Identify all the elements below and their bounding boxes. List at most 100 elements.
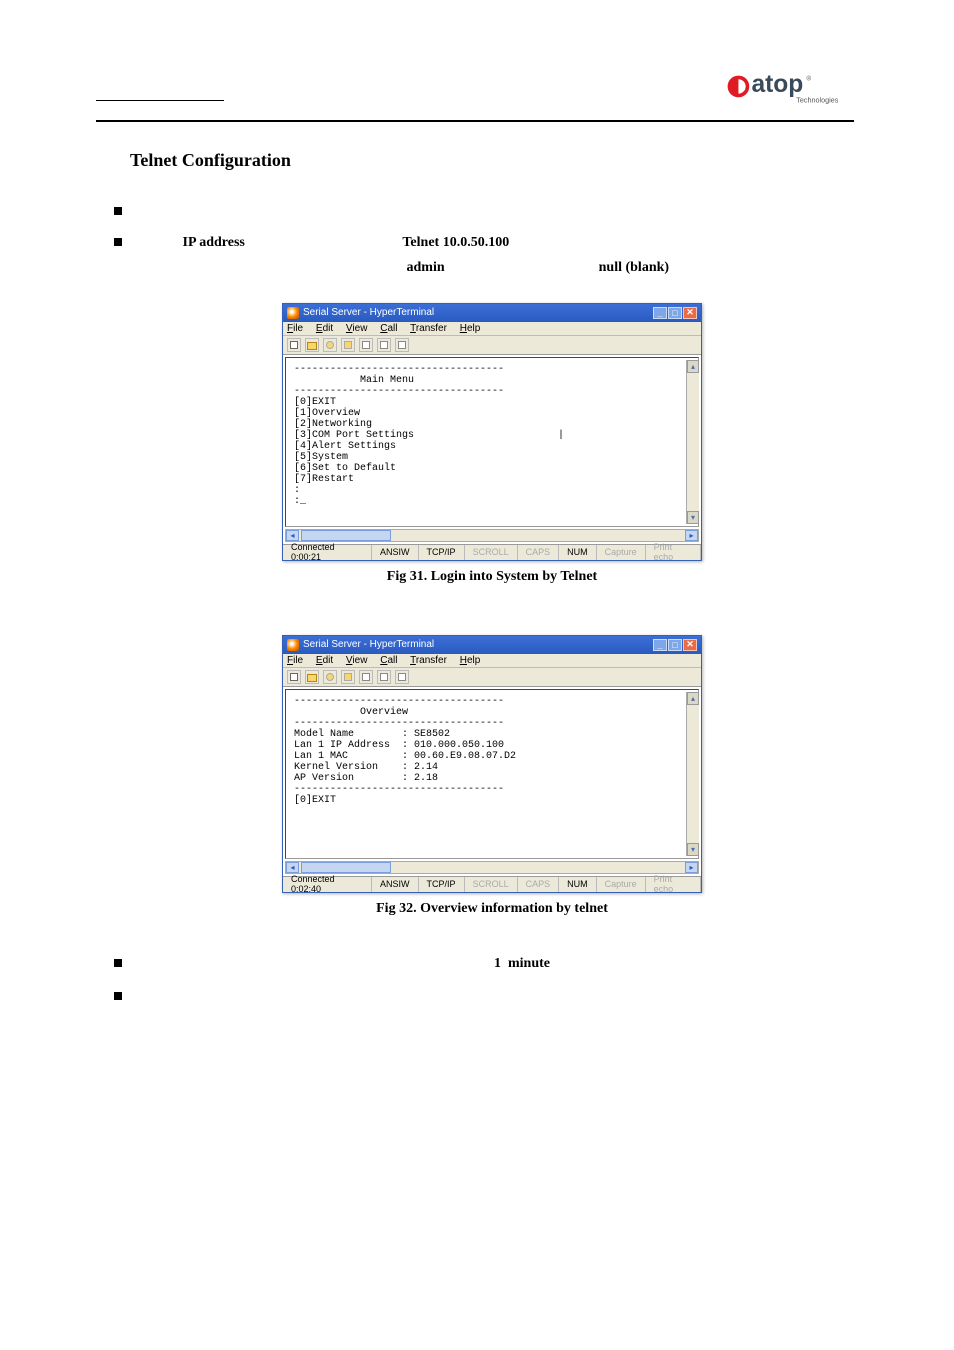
terminal-line: ----------------------------------- [294,718,504,729]
password-blank-label: null (blank) [599,260,669,275]
figure-31-caption: Fig 31. Login into System by Telnet [130,569,854,585]
status-caps: CAPS [518,545,560,560]
scroll-thumb[interactable] [301,530,391,541]
send-icon[interactable] [359,670,373,684]
status-proto: TCP/IP [419,545,465,560]
vertical-scrollbar[interactable]: ▴ ▾ [686,360,699,524]
menu-view[interactable]: View [346,655,368,666]
figure-32: Serial Server - HyperTerminal _ □ ✕ File… [130,635,854,917]
window-title: Serial Server - HyperTerminal [303,639,434,650]
minimize-button[interactable]: _ [653,639,667,651]
menu-help[interactable]: Help [460,655,481,666]
scroll-up-icon[interactable]: ▴ [687,360,699,373]
menu-file[interactable]: File [287,323,303,334]
scroll-right-icon[interactable]: ▸ [685,530,698,541]
disconnect-icon[interactable] [341,670,355,684]
terminal-line: ----------------------------------- [294,784,504,795]
status-scroll: SCROLL [465,545,518,560]
bullet-list: IP address Telnet 10.0.50.100 admin [130,199,854,281]
scroll-left-icon[interactable]: ◂ [286,862,299,873]
status-print: Print echo [646,545,701,560]
scroll-left-icon[interactable]: ◂ [286,530,299,541]
menu-transfer[interactable]: Transfer [410,323,447,334]
call-icon[interactable] [323,338,337,352]
properties-icon[interactable] [395,338,409,352]
window-titlebar: Serial Server - HyperTerminal _ □ ✕ [283,304,701,322]
properties-icon[interactable] [395,670,409,684]
vertical-scrollbar[interactable]: ▴ ▾ [686,692,699,856]
call-icon[interactable] [323,670,337,684]
menu-edit[interactable]: Edit [316,655,333,666]
menu-file[interactable]: File [287,655,303,666]
status-capture: Capture [597,877,646,892]
hyperterminal-window: Serial Server - HyperTerminal _ □ ✕ File… [282,303,702,561]
svg-text:atop: atop [751,71,803,98]
header-short-rule [96,100,224,101]
terminal-line: Overview [294,707,408,718]
send-icon[interactable] [359,338,373,352]
scroll-right-icon[interactable]: ▸ [685,862,698,873]
new-icon[interactable] [287,670,301,684]
terminal-line: ----------------------------------- [294,364,504,375]
status-print: Print echo [646,877,701,892]
minute-label: 1 minute [494,956,550,971]
menu-view[interactable]: View [346,323,368,334]
receive-icon[interactable] [377,338,391,352]
open-icon[interactable] [305,670,319,684]
maximize-button[interactable]: □ [668,307,682,319]
hyperterminal-window: Serial Server - HyperTerminal _ □ ✕ File… [282,635,702,893]
disconnect-icon[interactable] [341,338,355,352]
menu-bar: File Edit View Call Transfer Help [283,322,701,336]
scroll-down-icon[interactable]: ▾ [687,843,699,856]
horizontal-scrollbar[interactable]: ◂ ▸ [285,529,699,542]
terminal-line: [2]Networking [294,419,372,430]
window-titlebar: Serial Server - HyperTerminal _ □ ✕ [283,636,701,654]
close-button[interactable]: ✕ [683,639,697,651]
terminal-line: [6]Set to Default [294,463,396,474]
menu-bar: File Edit View Call Transfer Help [283,654,701,668]
status-term: ANSIW [372,877,419,892]
status-capture: Capture [597,545,646,560]
toolbar [283,668,701,687]
menu-call[interactable]: Call [380,323,397,334]
scroll-down-icon[interactable]: ▾ [687,511,699,524]
open-icon[interactable] [305,338,319,352]
terminal-line: Lan 1 IP Address : 010.000.050.100 [294,740,504,751]
status-proto: TCP/IP [419,877,465,892]
maximize-button[interactable]: □ [668,639,682,651]
terminal-line: Lan 1 MAC : 00.60.E9.08.07.D2 [294,751,516,762]
terminal-area[interactable]: ----------------------------------- Over… [285,689,699,859]
receive-icon[interactable] [377,670,391,684]
terminal-line: : [294,485,300,496]
window-title: Serial Server - HyperTerminal [303,307,434,318]
app-icon [287,307,299,319]
status-term: ANSIW [372,545,419,560]
horizontal-scrollbar[interactable]: ◂ ▸ [285,861,699,874]
status-caps: CAPS [518,877,560,892]
menu-transfer[interactable]: Transfer [410,655,447,666]
terminal-line: AP Version : 2.18 [294,773,438,784]
terminal-line: ----------------------------------- [294,386,504,397]
svg-text:Technologies: Technologies [796,95,839,104]
menu-call[interactable]: Call [380,655,397,666]
toolbar [283,336,701,355]
scroll-up-icon[interactable]: ▴ [687,692,699,705]
terminal-line: [7]Restart [294,474,354,485]
terminal-line: ----------------------------------- [294,696,504,707]
new-icon[interactable] [287,338,301,352]
minimize-button[interactable]: _ [653,307,667,319]
menu-help[interactable]: Help [460,323,481,334]
scroll-thumb[interactable] [301,862,391,873]
terminal-line: [4]Alert Settings [294,441,396,452]
terminal-line: [0]EXIT [294,397,336,408]
brand-logo: atop Technologies ® [724,60,854,115]
terminal-area[interactable]: ----------------------------------- Main… [285,357,699,527]
section-title: Telnet Configuration [130,150,854,171]
terminal-line: Kernel Version : 2.14 [294,762,438,773]
app-icon [287,639,299,651]
status-num: NUM [559,545,597,560]
admin-label: admin [407,260,445,275]
close-button[interactable]: ✕ [683,307,697,319]
telnet-address: Telnet 10.0.50.100 [402,235,509,250]
menu-edit[interactable]: Edit [316,323,333,334]
